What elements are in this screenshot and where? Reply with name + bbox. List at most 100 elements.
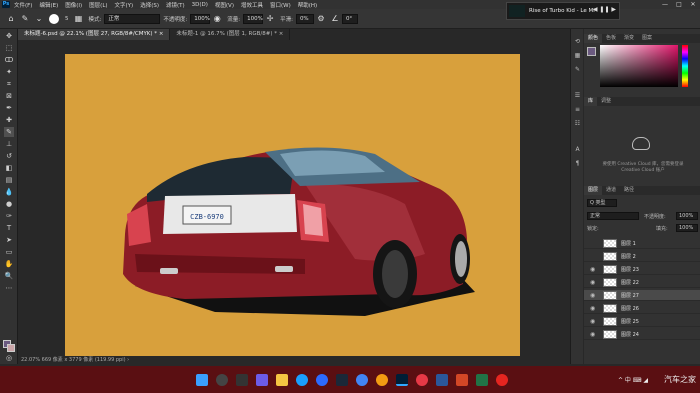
adjust-icon[interactable]: ☰ bbox=[573, 91, 582, 100]
word-icon[interactable] bbox=[436, 374, 448, 386]
dodge-tool-icon[interactable]: ● bbox=[4, 199, 14, 209]
visibility-eye-icon[interactable]: ◉ bbox=[590, 279, 595, 286]
tab-swatches[interactable]: 色板 bbox=[602, 34, 620, 43]
chrome-icon[interactable] bbox=[356, 374, 368, 386]
menu-layer[interactable]: 图层(L) bbox=[89, 1, 107, 9]
menu-edit[interactable]: 编辑(E) bbox=[39, 1, 58, 9]
system-tray[interactable]: ^ 中 ⌨ ◢ bbox=[618, 375, 648, 384]
canvas-area[interactable]: CZB-6970 bbox=[19, 40, 583, 358]
background-color-swatch[interactable] bbox=[7, 344, 15, 352]
file-explorer-icon[interactable] bbox=[276, 374, 288, 386]
menu-image[interactable]: 图像(I) bbox=[65, 1, 82, 9]
zoom-tool-icon[interactable]: 🔍 bbox=[4, 271, 14, 281]
brush-settings-icon[interactable]: ▦ bbox=[74, 14, 84, 24]
menu-type[interactable]: 文字(Y) bbox=[115, 1, 134, 9]
menu-select[interactable]: 选择(S) bbox=[140, 1, 159, 9]
layer-row[interactable]: 图层 1 bbox=[584, 238, 700, 249]
menu-3d[interactable]: 3D(D) bbox=[192, 2, 208, 8]
airbrush-icon[interactable]: ✢ bbox=[265, 14, 275, 24]
tab-document-6[interactable]: 未标题-6.psd @ 22.1% (图层 27, RGB/8#/CMYK) *… bbox=[18, 29, 171, 40]
menu-window[interactable]: 窗口(W) bbox=[270, 1, 291, 9]
excel-icon[interactable] bbox=[476, 374, 488, 386]
healing-tool-icon[interactable]: ✚ bbox=[4, 115, 14, 125]
eyedropper-tool-icon[interactable]: ✒ bbox=[4, 103, 14, 113]
home-icon[interactable]: ⌂ bbox=[6, 14, 16, 24]
close-icon[interactable]: × bbox=[279, 31, 284, 37]
angle-field[interactable]: 0° bbox=[341, 13, 358, 24]
quick-mask-icon[interactable]: ◎ bbox=[4, 353, 14, 363]
visibility-eye-icon[interactable]: ◉ bbox=[590, 305, 595, 312]
maximize-button[interactable]: □ bbox=[672, 0, 686, 9]
blend-mode-select[interactable]: 正常 bbox=[587, 212, 639, 220]
pen-tool-icon[interactable]: ✑ bbox=[4, 211, 14, 221]
menu-view[interactable]: 视图(V) bbox=[215, 1, 234, 9]
photoshop-taskbar-icon[interactable] bbox=[396, 374, 408, 386]
panel-foreground-swatch[interactable] bbox=[587, 47, 596, 56]
search-icon[interactable] bbox=[216, 374, 228, 386]
edge-icon[interactable] bbox=[296, 374, 308, 386]
layer-row[interactable]: ◉ 图层 25 bbox=[584, 316, 700, 327]
layer-row[interactable]: 图层 2 bbox=[584, 251, 700, 262]
tab-layers[interactable]: 图层 bbox=[584, 186, 603, 195]
tab-paths[interactable]: 路径 bbox=[620, 186, 638, 195]
close-button[interactable]: ✕ bbox=[686, 0, 700, 9]
artboard[interactable]: CZB-6970 bbox=[65, 54, 520, 358]
quick-select-tool-icon[interactable]: ✦ bbox=[4, 67, 14, 77]
swatches-icon[interactable]: ▦ bbox=[573, 51, 582, 60]
flow-field[interactable]: 100% bbox=[243, 13, 264, 24]
layer-row[interactable]: ◉ 图层 23 bbox=[584, 264, 700, 275]
app-red-icon[interactable] bbox=[496, 374, 508, 386]
app-orange-icon[interactable] bbox=[376, 374, 388, 386]
powerpoint-icon[interactable] bbox=[456, 374, 468, 386]
shape-tool-icon[interactable]: ▭ bbox=[4, 247, 14, 257]
media-controls[interactable]: ◀ ❚❚ ▶ bbox=[593, 6, 616, 13]
steam-icon[interactable] bbox=[336, 374, 348, 386]
type-tool-icon[interactable]: T bbox=[4, 223, 14, 233]
properties-icon[interactable]: ≡ bbox=[573, 105, 582, 114]
chevron-down-icon[interactable]: ⌄ bbox=[34, 14, 44, 24]
marquee-tool-icon[interactable]: ⬚ bbox=[4, 43, 14, 53]
brush-preset-preview[interactable] bbox=[49, 13, 59, 24]
menu-file[interactable]: 文件(F) bbox=[14, 1, 32, 9]
path-select-tool-icon[interactable]: ➤ bbox=[4, 235, 14, 245]
crop-tool-icon[interactable]: ⌗ bbox=[4, 79, 14, 89]
menu-help[interactable]: 帮助(H) bbox=[298, 1, 317, 9]
history-icon[interactable]: ⟲ bbox=[573, 37, 582, 46]
hand-tool-icon[interactable]: ✋ bbox=[4, 259, 14, 269]
start-icon[interactable] bbox=[196, 374, 208, 386]
menu-plugins[interactable]: 增效工具 bbox=[241, 1, 263, 9]
smooth-field[interactable]: 0% bbox=[295, 13, 314, 24]
tab-color[interactable]: 颜色 bbox=[584, 34, 603, 43]
gear-icon[interactable]: ⚙ bbox=[316, 14, 326, 24]
mode-select[interactable]: 正常 bbox=[104, 13, 161, 24]
layer-row[interactable]: ◉ 图层 22 bbox=[584, 277, 700, 288]
opacity-field[interactable]: 100% bbox=[190, 13, 211, 24]
move-tool-icon[interactable]: ✥ bbox=[4, 31, 14, 41]
actions-icon[interactable]: ☷ bbox=[573, 119, 582, 128]
eraser-tool-icon[interactable]: ◧ bbox=[4, 163, 14, 173]
layer-row[interactable]: ◉ 图层 26 bbox=[584, 303, 700, 314]
layer-row[interactable]: ◉ 图层 24 bbox=[584, 329, 700, 340]
history-brush-icon[interactable]: ↺ bbox=[4, 151, 14, 161]
netease-music-icon[interactable] bbox=[416, 374, 428, 386]
task-view-icon[interactable] bbox=[236, 374, 248, 386]
brush-panel-icon[interactable]: ✎ bbox=[573, 65, 582, 74]
layer-row[interactable]: ◉ 图层 27 bbox=[584, 290, 700, 301]
visibility-eye-icon[interactable]: ◉ bbox=[590, 292, 595, 299]
frame-tool-icon[interactable]: ⊠ bbox=[4, 91, 14, 101]
app-l-icon[interactable] bbox=[316, 374, 328, 386]
stamp-tool-icon[interactable]: ⊥ bbox=[4, 139, 14, 149]
color-picker-field[interactable] bbox=[600, 45, 678, 87]
tab-patterns[interactable]: 图案 bbox=[638, 34, 656, 43]
menu-filter[interactable]: 滤镜(T) bbox=[166, 1, 185, 9]
brush-tool-icon[interactable]: ✎ bbox=[4, 127, 14, 137]
hue-slider[interactable] bbox=[682, 45, 688, 87]
tab-channels[interactable]: 通道 bbox=[602, 186, 620, 195]
visibility-eye-icon[interactable]: ◉ bbox=[590, 331, 595, 338]
visibility-eye-icon[interactable]: ◉ bbox=[590, 318, 595, 325]
character-icon[interactable]: A bbox=[573, 145, 582, 154]
brush-tool-icon[interactable]: ✎ bbox=[20, 14, 30, 24]
brush-size-value[interactable]: 5 bbox=[65, 16, 69, 22]
paragraph-icon[interactable]: ¶ bbox=[573, 159, 582, 168]
close-icon[interactable]: × bbox=[159, 31, 164, 37]
